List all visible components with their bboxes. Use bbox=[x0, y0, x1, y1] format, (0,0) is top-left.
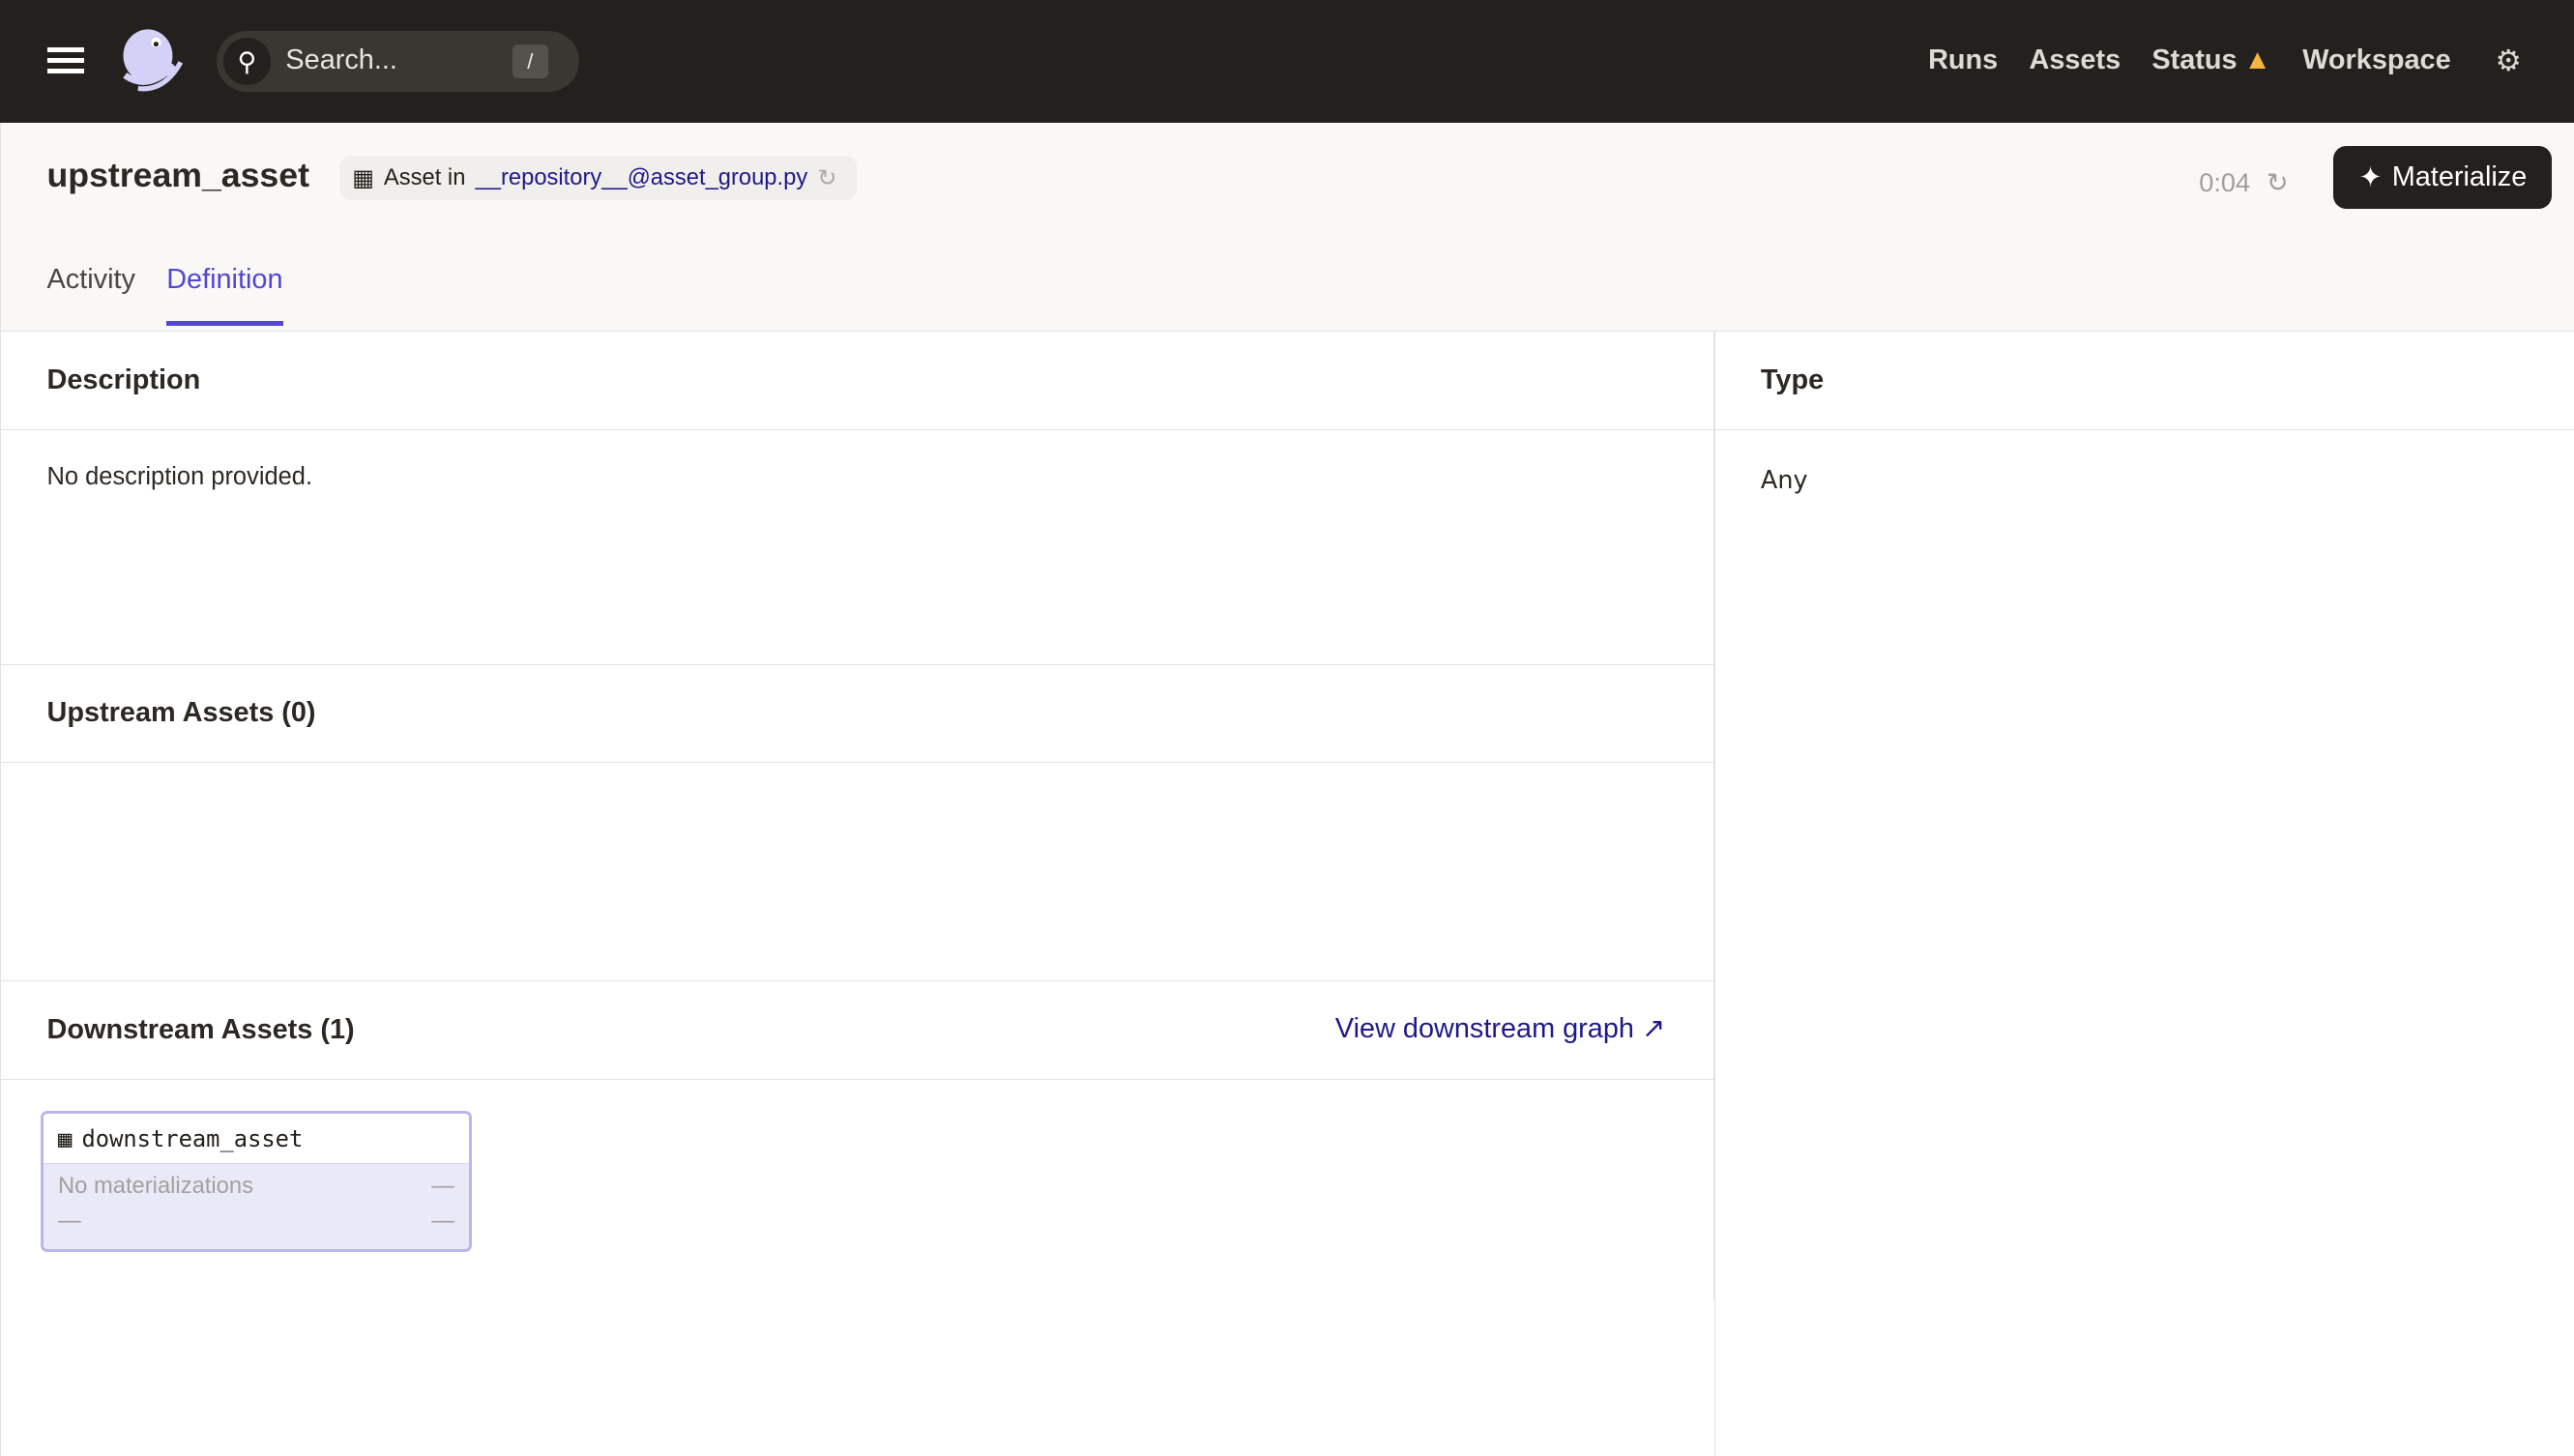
search-placeholder: Search... bbox=[285, 44, 397, 75]
materialize-button[interactable]: ✦ Materialize bbox=[2333, 146, 2553, 209]
repo-badge: ▦ Asset in __repository__@asset_group.py… bbox=[338, 156, 857, 201]
repo-link[interactable]: __repository__@asset_group.py bbox=[476, 164, 808, 191]
nav-runs[interactable]: Runs bbox=[1928, 44, 1998, 76]
tab-activity[interactable]: Activity bbox=[47, 264, 135, 326]
upstream-header: Upstream Assets (0) bbox=[1, 665, 1715, 764]
nav-workspace[interactable]: Workspace bbox=[2302, 44, 2450, 76]
materialize-label: Materialize bbox=[2391, 160, 2528, 192]
search-icon: ⚲ bbox=[222, 38, 272, 86]
type-header: Type bbox=[1714, 332, 2574, 430]
nav-status-label: Status bbox=[2151, 44, 2238, 75]
upstream-list bbox=[1, 763, 1715, 982]
view-downstream-graph-link[interactable]: View downstream graph ↗ bbox=[1335, 1011, 1665, 1045]
nav-assets[interactable]: Assets bbox=[2029, 44, 2121, 76]
placeholder-dash: — bbox=[431, 1207, 454, 1234]
top-nav: ⚲ Search... / Runs Assets Status ▲ Worksp… bbox=[0, 0, 2574, 124]
gear-icon[interactable]: ⚙ bbox=[2496, 44, 2522, 78]
placeholder-dash: — bbox=[431, 1173, 454, 1200]
view-downstream-graph-label: View downstream graph bbox=[1334, 1012, 1634, 1044]
asset-name: downstream_asset bbox=[81, 1124, 304, 1152]
repo-prefix: Asset in bbox=[383, 164, 466, 191]
external-link-icon: ↗ bbox=[1641, 1012, 1666, 1044]
type-value: Any bbox=[1760, 466, 1808, 496]
warning-icon: ▲ bbox=[2243, 44, 2271, 75]
timer-text: 0:04 bbox=[2199, 167, 2251, 198]
dagster-logo[interactable] bbox=[115, 26, 188, 99]
description-header: Description bbox=[1, 332, 1715, 430]
tab-definition[interactable]: Definition bbox=[166, 264, 283, 326]
definition-left-column: Description No description provided. Ups… bbox=[0, 331, 1716, 1456]
page-title: upstream_asset bbox=[46, 156, 309, 195]
search-shortcut: / bbox=[512, 44, 549, 79]
asset-node-card[interactable]: ▦ downstream_asset No materializations — —… bbox=[40, 1111, 473, 1253]
nav-status[interactable]: Status ▲ bbox=[2151, 44, 2271, 76]
refresh-timer: 0:04 ↻ bbox=[2199, 167, 2305, 198]
sparkle-icon: ✦ bbox=[2358, 161, 2383, 193]
refresh-icon[interactable]: ↻ bbox=[2267, 167, 2289, 197]
asset-table-icon: ▦ bbox=[352, 164, 374, 191]
page-header: upstream_asset ▦ Asset in __repository__… bbox=[0, 123, 2574, 332]
materialization-status: No materializations bbox=[58, 1173, 253, 1200]
downstream-header: Downstream Assets (1) View downstream gr… bbox=[1, 981, 1715, 1081]
asset-table-icon: ▦ bbox=[58, 1124, 73, 1152]
search-input[interactable]: ⚲ Search... / bbox=[217, 31, 580, 93]
definition-right-column: Type Any bbox=[1713, 331, 2574, 1300]
placeholder-dash: — bbox=[58, 1207, 81, 1234]
downstream-title: Downstream Assets (1) bbox=[46, 1014, 355, 1046]
description-text: No description provided. bbox=[1, 430, 1715, 665]
menu-icon[interactable] bbox=[47, 47, 84, 74]
reload-repo-icon[interactable]: ↻ bbox=[817, 164, 836, 192]
